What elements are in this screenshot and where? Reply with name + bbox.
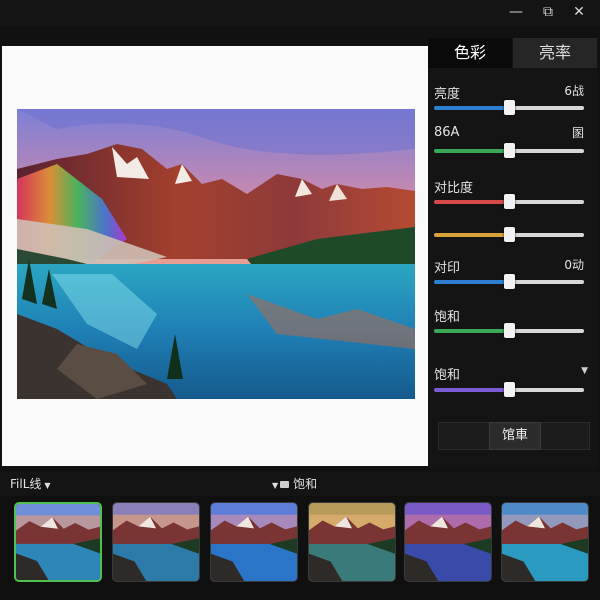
adjust-value-86a: 圂 xyxy=(571,126,584,140)
slider-brightness[interactable] xyxy=(434,100,584,115)
tab-brightness[interactable]: 亮率 xyxy=(513,38,597,68)
slider-warmth[interactable] xyxy=(434,227,584,242)
chevron-down-icon: ▼ xyxy=(44,481,51,490)
saturation-selector[interactable]: ▼ 饱和 xyxy=(272,475,317,492)
filter-thumbnail[interactable] xyxy=(210,502,298,582)
adjust-label-86a: 86A xyxy=(434,125,460,140)
slider-86a[interactable] xyxy=(434,143,584,158)
apply-button[interactable]: 馆車 xyxy=(489,422,541,450)
photo-editor-window: — ⧉ ✕ 色彩 亮率 亮度 6战 86A 圂 对比度 对印 0动 饱和 饱和 … xyxy=(0,0,600,600)
chevron-down-icon[interactable]: ▼ xyxy=(272,481,278,490)
filter-thumbnail[interactable] xyxy=(404,502,492,582)
adjust-label-saturation: 饱和 xyxy=(434,310,461,325)
filter-thumbnail[interactable] xyxy=(501,502,589,582)
saturation-selector-label: 饱和 xyxy=(293,477,318,491)
slider-saturation[interactable] xyxy=(434,323,584,338)
filter-thumbnail-strip xyxy=(0,496,600,600)
slider-duiyin[interactable] xyxy=(434,274,584,289)
filter-dropdown-label: FilL线 xyxy=(10,477,42,491)
maximize-icon[interactable]: ⧉ xyxy=(536,2,560,22)
adjust-label-brightness: 亮度 xyxy=(434,87,461,102)
filter-thumbnail[interactable] xyxy=(112,502,200,582)
slider-thumb[interactable] xyxy=(504,382,515,397)
adjustment-panel: 色彩 亮率 亮度 6战 86A 圂 对比度 对印 0动 饱和 饱和 ▼ 馆車 xyxy=(428,38,598,468)
slider-contrast[interactable] xyxy=(434,194,584,209)
slider-thumb[interactable] xyxy=(504,274,515,289)
minimize-icon[interactable]: — xyxy=(504,2,528,22)
filter-dropdown[interactable]: FilL线 ▼ xyxy=(10,475,51,492)
slider-thumb[interactable] xyxy=(504,227,515,242)
adjust-value-brightness: 6战 xyxy=(564,84,584,98)
filter-thumbnail[interactable] xyxy=(14,502,102,582)
slider-saturation-2[interactable] xyxy=(434,382,584,397)
photo-preview[interactable] xyxy=(17,109,415,399)
panel-tabs: 色彩 亮率 xyxy=(428,38,598,68)
chevron-down-icon[interactable]: ▼ xyxy=(581,366,588,376)
folder-icon xyxy=(280,481,290,488)
slider-thumb[interactable] xyxy=(504,143,515,158)
adjust-value-duiyin: 0动 xyxy=(564,258,584,272)
adjust-label-contrast: 对比度 xyxy=(434,181,474,196)
slider-thumb[interactable] xyxy=(504,194,515,209)
title-bar: — ⧉ ✕ xyxy=(0,0,600,26)
adjust-label-saturation-2: 饱和 xyxy=(434,368,461,383)
apply-bar: 馆車 xyxy=(438,422,590,450)
close-icon[interactable]: ✕ xyxy=(567,2,591,22)
adjust-label-duiyin: 对印 xyxy=(434,261,461,276)
slider-thumb[interactable] xyxy=(504,100,515,115)
tab-color[interactable]: 色彩 xyxy=(428,38,512,68)
image-canvas[interactable] xyxy=(2,46,428,466)
slider-thumb[interactable] xyxy=(504,323,515,338)
filter-strip-header: FilL线 ▼ ▼ 饱和 xyxy=(0,472,600,496)
filter-thumbnail[interactable] xyxy=(308,502,396,582)
